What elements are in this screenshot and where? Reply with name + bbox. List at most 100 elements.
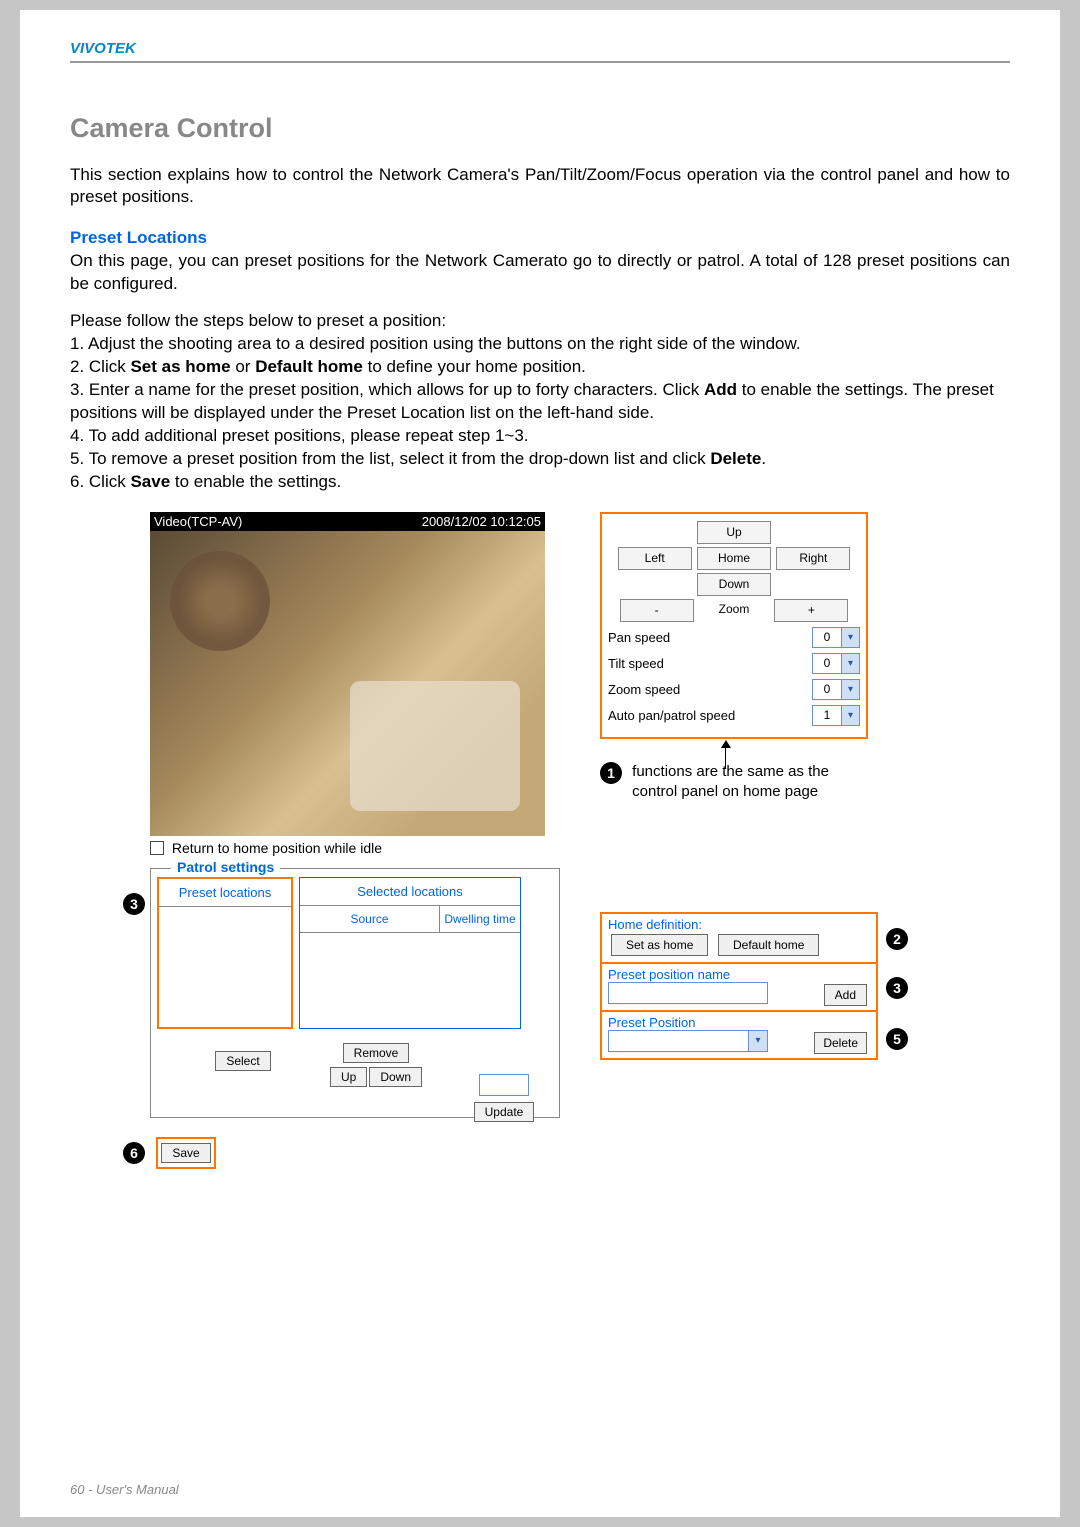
patrol-legend: Patrol settings	[171, 859, 280, 875]
under-selected-buttons: Remove UpDown	[311, 1041, 441, 1089]
selected-locations-list: Selected locations Source Dwelling time	[299, 877, 521, 1029]
chevron-down-icon: ▾	[841, 706, 859, 725]
dwelling-time-input[interactable]	[479, 1074, 529, 1096]
video-stream-label: Video(TCP-AV)	[154, 514, 242, 529]
step-6-a: 6. Click	[70, 472, 130, 491]
section-title: Camera Control	[70, 113, 1010, 144]
home-button[interactable]: Home	[697, 547, 771, 570]
steps-list: Please follow the steps below to preset …	[70, 310, 1010, 494]
zoom-speed-select[interactable]: 0 ▾	[812, 679, 860, 700]
step-2-set-home: Set as home	[130, 357, 230, 376]
tilt-speed-select[interactable]: 0 ▾	[812, 653, 860, 674]
video-timestamp: 2008/12/02 10:12:05	[422, 514, 541, 529]
home-definition-row: Home definition: Set as home Default hom…	[602, 914, 876, 964]
dwelling-column-header: Dwelling time	[440, 906, 520, 932]
default-home-button[interactable]: Default home	[718, 934, 819, 956]
delete-button[interactable]: Delete	[814, 1032, 867, 1054]
left-button[interactable]: Left	[618, 547, 692, 570]
set-as-home-button[interactable]: Set as home	[611, 934, 708, 956]
selected-locations-header: Selected locations	[300, 878, 520, 906]
callout-1-text: functions are the same as the control pa…	[632, 762, 862, 803]
callout-2-badge: 2	[886, 928, 908, 950]
pan-speed-label: Pan speed	[608, 630, 670, 645]
preset-name-label: Preset position name	[608, 967, 730, 982]
step-2: 2. Click Set as home or Default home to …	[70, 356, 1010, 379]
callout-6-badge: 6	[123, 1142, 145, 1164]
step-6: 6. Click Save to enable the settings.	[70, 471, 1010, 494]
video-frame	[150, 531, 545, 836]
step-3: 3. Enter a name for the preset position,…	[70, 379, 1010, 425]
preset-position-row: Preset Position ▾ Delete	[602, 1012, 876, 1058]
arrow-head-icon	[721, 740, 731, 748]
return-home-label: Return to home position while idle	[172, 840, 382, 856]
save-button[interactable]: Save	[161, 1143, 210, 1163]
add-button[interactable]: Add	[824, 984, 867, 1006]
video-title-bar: Video(TCP-AV) 2008/12/02 10:12:05	[150, 512, 545, 531]
auto-speed-value: 1	[813, 708, 841, 722]
patrol-settings-fieldset: Patrol settings Preset locations Selecte…	[150, 868, 560, 1118]
return-home-checkbox[interactable]	[150, 841, 164, 855]
preset-position-label: Preset Position	[608, 1015, 695, 1030]
preset-position-select[interactable]: ▾	[608, 1030, 768, 1052]
return-home-row: Return to home position while idle	[150, 840, 382, 856]
step-2-default-home: Default home	[255, 357, 363, 376]
preset-position-name-row: Preset position name Add	[602, 964, 876, 1012]
zoom-out-button[interactable]: -	[620, 599, 694, 622]
step-5-a: 5. To remove a preset position from the …	[70, 449, 710, 468]
ptz-control-panel: Up Left Home Right Down - Zoom + Pan spe…	[600, 512, 868, 739]
chevron-down-icon: ▾	[841, 654, 859, 673]
zoom-in-button[interactable]: +	[774, 599, 848, 622]
step-5-delete: Delete	[710, 449, 761, 468]
auto-speed-select[interactable]: 1 ▾	[812, 705, 860, 726]
zoom-speed-label: Zoom speed	[608, 682, 680, 697]
chevron-down-icon: ▾	[841, 628, 859, 647]
ui-area: Video(TCP-AV) 2008/12/02 10:12:05 Up Lef…	[70, 512, 1010, 1172]
preset-locations-list[interactable]: Preset locations	[157, 877, 293, 1029]
chevron-down-icon: ▾	[748, 1031, 767, 1051]
select-button[interactable]: Select	[215, 1051, 270, 1071]
under-preset-buttons: Select	[173, 1049, 313, 1073]
video-preview-box: Video(TCP-AV) 2008/12/02 10:12:05	[150, 512, 545, 836]
steps-lead: Please follow the steps below to preset …	[70, 310, 1010, 333]
intro-paragraph: This section explains how to control the…	[70, 164, 1010, 208]
source-column-header: Source	[300, 906, 440, 932]
remove-button[interactable]: Remove	[343, 1043, 410, 1063]
down-button[interactable]: Down	[697, 573, 771, 596]
step-6-save: Save	[130, 472, 170, 491]
under-dwell-buttons: Update	[455, 1074, 553, 1124]
move-down-button[interactable]: Down	[369, 1067, 422, 1087]
page-footer: 60 - User's Manual	[70, 1482, 179, 1497]
step-5: 5. To remove a preset position from the …	[70, 448, 1010, 471]
callout-1-badge: 1	[600, 762, 622, 784]
right-button[interactable]: Right	[776, 547, 850, 570]
pan-speed-value: 0	[813, 630, 841, 644]
step-5-b: .	[761, 449, 766, 468]
preset-locations-header: Preset locations	[159, 879, 291, 907]
brand-header: VIVOTEK	[70, 40, 1010, 63]
step-3-add: Add	[704, 380, 737, 399]
tilt-speed-value: 0	[813, 656, 841, 670]
step-6-b: to enable the settings.	[170, 472, 341, 491]
save-area: 6 Save	[123, 1137, 216, 1169]
callout-5-badge: 5	[886, 1028, 908, 1050]
page: VIVOTEK Camera Control This section expl…	[20, 10, 1060, 1517]
zoom-label: Zoom	[698, 602, 770, 616]
callout-1-note: 1 functions are the same as the control …	[600, 762, 880, 803]
preset-name-input[interactable]	[608, 982, 768, 1004]
tilt-speed-label: Tilt speed	[608, 656, 664, 671]
step-2-a: 2. Click	[70, 357, 130, 376]
up-button[interactable]: Up	[697, 521, 771, 544]
callout-3-left-badge: 3	[123, 893, 145, 915]
step-4: 4. To add additional preset positions, p…	[70, 425, 1010, 448]
step-1: 1. Adjust the shooting area to a desired…	[70, 333, 1010, 356]
callout-3-right-badge: 3	[886, 977, 908, 999]
update-button[interactable]: Update	[474, 1102, 535, 1122]
zoom-speed-value: 0	[813, 682, 841, 696]
preset-locations-text: On this page, you can preset positions f…	[70, 250, 1010, 296]
move-up-button[interactable]: Up	[330, 1067, 367, 1087]
pan-speed-select[interactable]: 0 ▾	[812, 627, 860, 648]
preset-locations-heading: Preset Locations	[70, 228, 1010, 248]
step-2-c: to define your home position.	[363, 357, 586, 376]
auto-speed-label: Auto pan/patrol speed	[608, 708, 735, 723]
step-2-b: or	[231, 357, 256, 376]
